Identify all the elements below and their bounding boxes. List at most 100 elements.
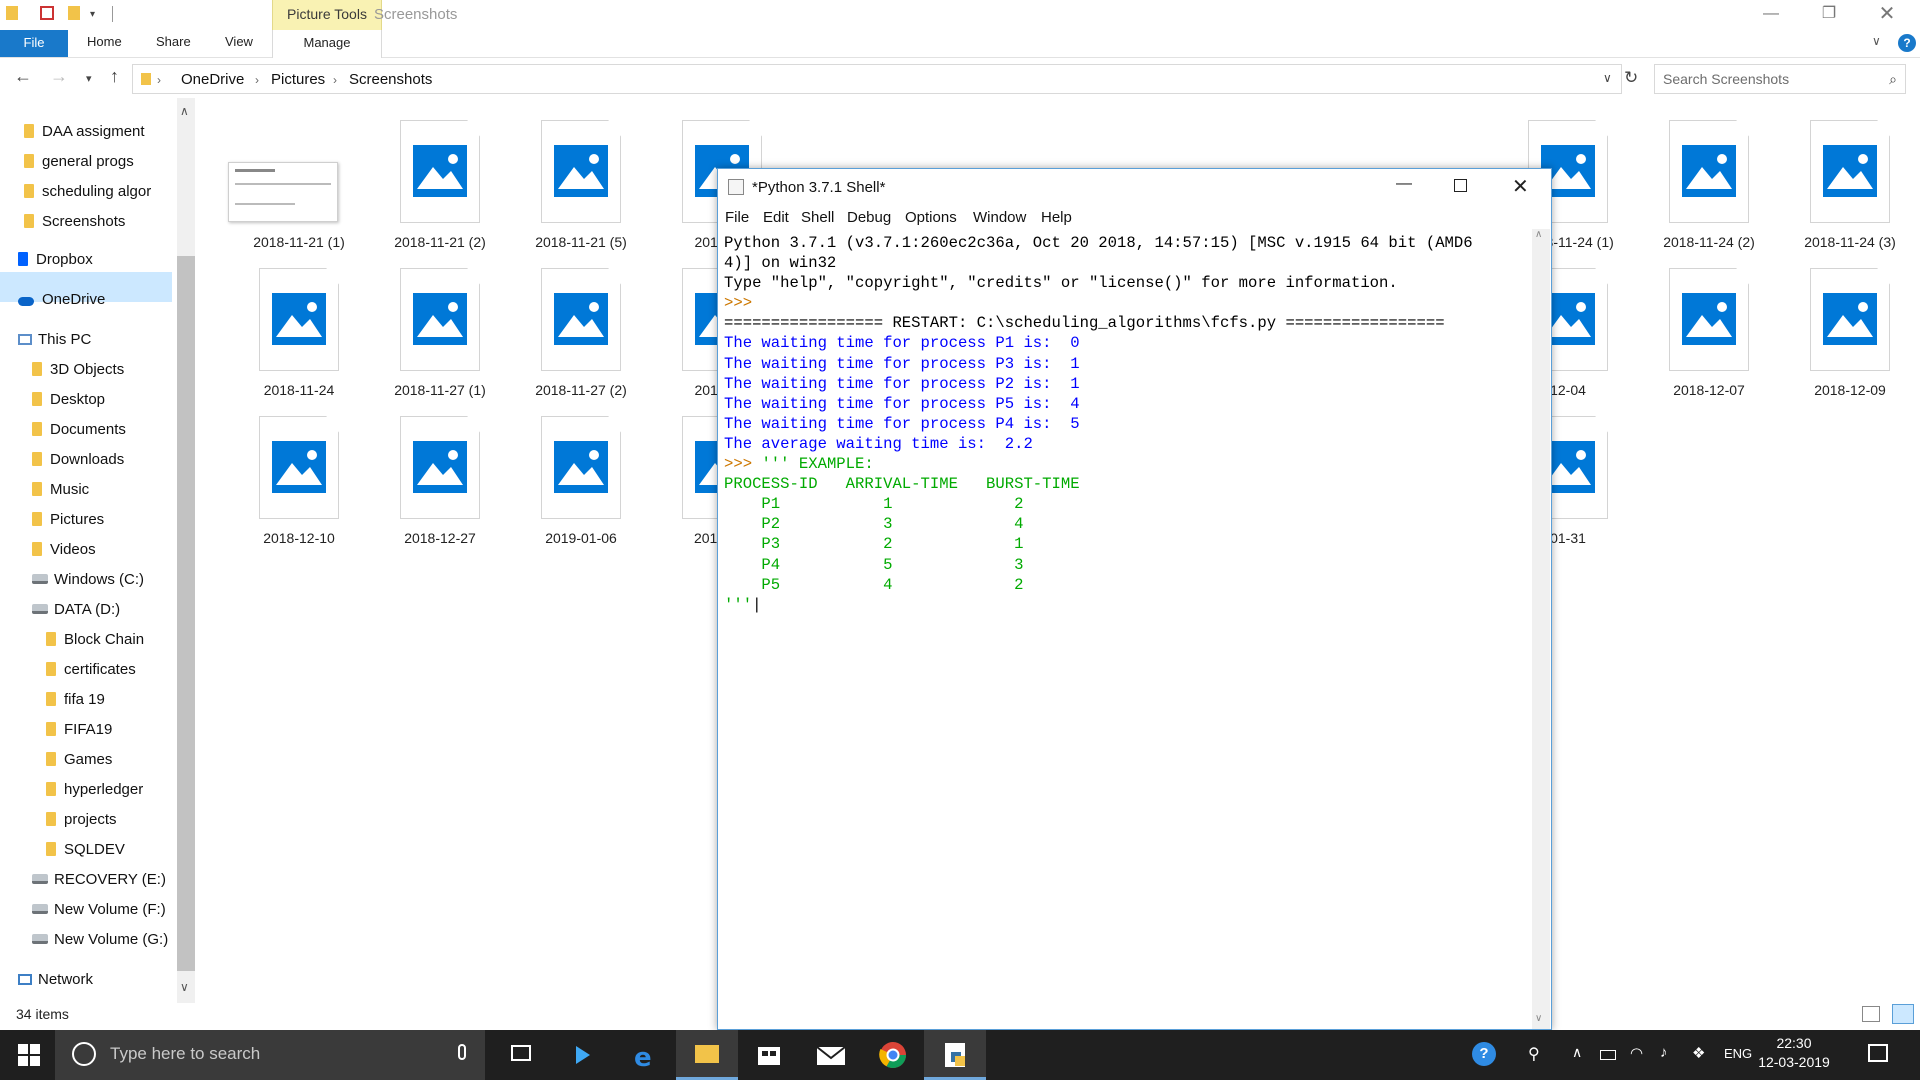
address-bar[interactable]: › OneDrive › Pictures › Screenshots ∨ — [132, 64, 1622, 94]
tab-home[interactable]: Home — [87, 34, 122, 49]
nav-item[interactable]: 3D Objects — [32, 356, 172, 384]
file-thumbnail[interactable]: 2018-11-21 (1) — [228, 120, 358, 270]
help-tray-icon[interactable]: ? — [1472, 1042, 1496, 1066]
visual-studio-icon[interactable] — [552, 1030, 614, 1080]
volume-icon[interactable]: ♪ — [1660, 1044, 1668, 1061]
nav-item[interactable]: Block Chain — [46, 626, 172, 654]
nav-item[interactable]: SQLDEV — [46, 836, 172, 864]
chrome-icon[interactable] — [862, 1030, 924, 1080]
nav-item[interactable]: Windows (C:) — [32, 566, 172, 594]
recent-locations-icon[interactable]: ▾ — [86, 72, 92, 85]
menu-options[interactable]: Options — [905, 209, 957, 226]
menu-window[interactable]: Window — [973, 209, 1026, 226]
file-thumbnail[interactable]: 2018-11-24 (2) — [1638, 120, 1768, 270]
shell-output[interactable]: Python 3.7.1 (v3.7.1:260ec2c36a, Oct 20 … — [724, 233, 1529, 615]
tab-view[interactable]: View — [225, 34, 253, 49]
windows-start-icon[interactable] — [18, 1044, 40, 1066]
nav-item[interactable]: Documents — [32, 416, 172, 444]
scroll-down-icon[interactable]: ∨ — [1535, 1013, 1542, 1024]
shell-maximize-button[interactable] — [1454, 179, 1467, 192]
large-icons-view-icon[interactable] — [1892, 1004, 1914, 1024]
file-thumbnail[interactable]: 2018-12-10 — [228, 416, 358, 566]
file-thumbnail[interactable]: 2018-11-24 — [228, 268, 358, 418]
customize-quick-access-icon[interactable]: ▾ — [90, 9, 106, 25]
scroll-down-icon[interactable]: ∨ — [180, 980, 189, 994]
nav-item[interactable]: Games — [46, 746, 172, 774]
mail-icon[interactable] — [800, 1030, 862, 1080]
clock[interactable]: 22:30 12-03-2019 — [1740, 1034, 1848, 1072]
file-thumbnail[interactable]: 2018-12-27 — [369, 416, 499, 566]
file-thumbnail[interactable]: 2018-11-21 (5) — [510, 120, 640, 270]
wifi-icon[interactable]: ◠ — [1630, 1044, 1643, 1062]
people-icon[interactable]: ⚲ — [1528, 1044, 1540, 1064]
nav-item[interactable]: certificates — [46, 656, 172, 684]
scroll-up-icon[interactable]: ∧ — [180, 104, 189, 118]
nav-item[interactable]: RECOVERY (E:) — [32, 866, 172, 894]
nav-item[interactable]: FIFA19 — [46, 716, 172, 744]
file-thumbnail[interactable]: 2018-11-27 (2) — [510, 268, 640, 418]
new-folder-icon[interactable] — [68, 6, 80, 20]
shell-minimize-button[interactable]: — — [1396, 175, 1412, 193]
search-input[interactable]: Search Screenshots ⌕ — [1654, 64, 1906, 94]
dropbox-tray-icon[interactable]: ❖ — [1692, 1044, 1705, 1062]
show-hidden-icons-icon[interactable]: ∧ — [1572, 1044, 1582, 1061]
tab-manage[interactable]: Manage — [272, 30, 382, 58]
nav-item[interactable]: DAA assigment — [24, 118, 172, 146]
menu-shell[interactable]: Shell — [801, 209, 834, 226]
shell-scrollbar[interactable]: ∧ ∨ — [1532, 229, 1550, 1029]
breadcrumb-screenshots[interactable]: Screenshots — [349, 71, 432, 88]
nav-item[interactable]: Desktop — [32, 386, 172, 414]
help-icon[interactable]: ? — [1898, 34, 1916, 52]
nav-item[interactable]: Screenshots — [24, 208, 172, 236]
menu-file[interactable]: File — [725, 209, 749, 226]
file-thumbnail[interactable]: 2018-12-09 — [1779, 268, 1909, 418]
file-thumbnail[interactable]: 2019-01-06 — [510, 416, 640, 566]
nav-item[interactable]: New Volume (G:) — [32, 926, 172, 954]
nav-item[interactable]: Dropbox — [18, 246, 172, 274]
breadcrumb-onedrive[interactable]: OneDrive — [181, 71, 244, 88]
properties-icon[interactable] — [40, 6, 54, 20]
nav-item[interactable]: DATA (D:) — [32, 596, 172, 624]
scroll-up-icon[interactable]: ∧ — [1535, 229, 1542, 240]
close-button[interactable]: ✕ — [1858, 0, 1916, 30]
address-dropdown-icon[interactable]: ∨ — [1603, 71, 1612, 85]
nav-item[interactable]: Network — [18, 966, 172, 994]
store-icon[interactable] — [738, 1030, 800, 1080]
python-idle-taskbar-icon[interactable] — [924, 1030, 986, 1080]
up-arrow-icon[interactable]: ↑ — [110, 66, 119, 87]
nav-item[interactable]: general progs — [24, 148, 172, 176]
battery-icon[interactable] — [1600, 1050, 1616, 1060]
tab-file[interactable]: File — [0, 30, 68, 57]
file-thumbnail[interactable]: 2018-11-24 (3) — [1779, 120, 1909, 270]
file-explorer-taskbar-icon[interactable] — [676, 1030, 738, 1080]
nav-scrollbar-thumb[interactable] — [177, 256, 195, 971]
nav-item[interactable]: scheduling algor — [24, 178, 172, 206]
breadcrumb-pictures[interactable]: Pictures — [271, 71, 325, 88]
details-view-icon[interactable] — [1862, 1006, 1880, 1022]
menu-debug[interactable]: Debug — [847, 209, 891, 226]
file-thumbnail[interactable]: 2018-11-21 (2) — [369, 120, 499, 270]
maximize-button[interactable]: ❐ — [1800, 0, 1858, 30]
nav-item[interactable]: Videos — [32, 536, 172, 564]
edge-browser-icon[interactable]: e — [614, 1030, 676, 1080]
nav-item[interactable]: Music — [32, 476, 172, 504]
minimize-button[interactable]: — — [1742, 0, 1800, 30]
tab-share[interactable]: Share — [156, 34, 191, 49]
nav-item[interactable]: Pictures — [32, 506, 172, 534]
shell-close-button[interactable]: ✕ — [1512, 174, 1529, 199]
expand-ribbon-icon[interactable]: ∨ — [1872, 34, 1881, 48]
refresh-icon[interactable]: ↻ — [1624, 68, 1638, 88]
nav-item[interactable]: This PC — [18, 326, 172, 354]
nav-item[interactable]: hyperledger — [46, 776, 172, 804]
menu-edit[interactable]: Edit — [763, 209, 789, 226]
forward-arrow-icon[interactable]: → — [50, 66, 68, 87]
action-center-icon[interactable] — [1868, 1044, 1888, 1062]
microphone-icon[interactable] — [458, 1044, 466, 1060]
file-thumbnail[interactable]: 2018-12-07 — [1638, 268, 1768, 418]
menu-help[interactable]: Help — [1041, 209, 1072, 226]
nav-item[interactable]: Downloads — [32, 446, 172, 474]
file-thumbnail[interactable]: 2018-11-27 (1) — [369, 268, 499, 418]
nav-item[interactable]: projects — [46, 806, 172, 834]
nav-item[interactable]: New Volume (F:) — [32, 896, 172, 924]
nav-item[interactable]: OneDrive — [18, 286, 172, 314]
